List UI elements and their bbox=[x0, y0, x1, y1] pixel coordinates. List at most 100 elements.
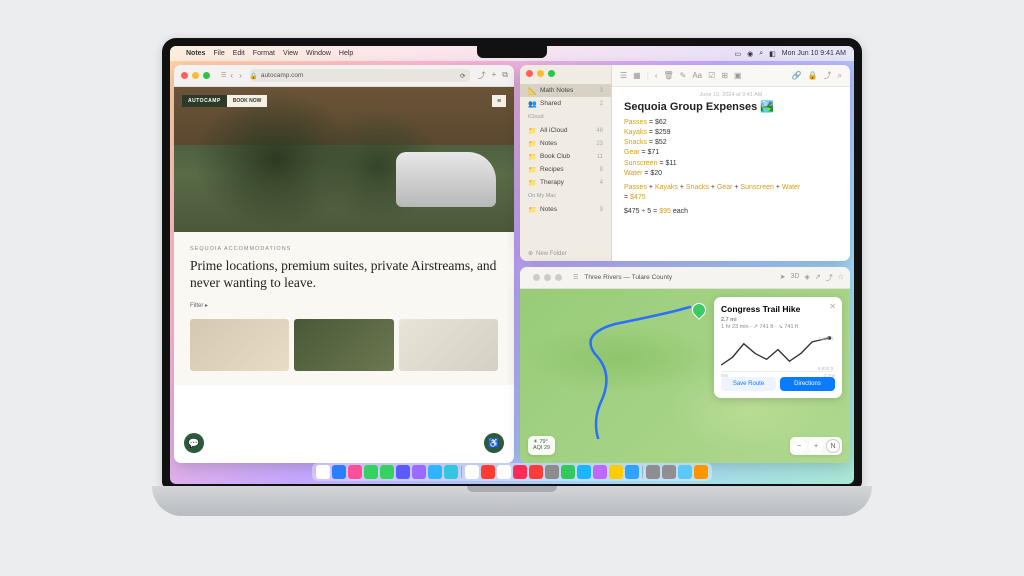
close-icon[interactable]: ✕ bbox=[829, 302, 836, 311]
dock-app-icon[interactable] bbox=[332, 465, 346, 479]
dock-app-icon[interactable] bbox=[497, 465, 511, 479]
media-icon[interactable]: ▣ bbox=[734, 71, 742, 80]
dock-app-icon[interactable] bbox=[609, 465, 623, 479]
search-icon[interactable]: ⌕ bbox=[838, 71, 842, 81]
battery-icon[interactable]: ▭ bbox=[735, 50, 742, 58]
table-icon[interactable]: ⊞ bbox=[721, 71, 728, 80]
map-canvas[interactable]: ✕ Congress Trail Hike 2.7 mi 1 hr 23 min… bbox=[520, 289, 850, 463]
share-icon[interactable]: ⤴ bbox=[826, 273, 833, 283]
window-controls[interactable] bbox=[526, 269, 569, 286]
sidebar-icon[interactable]: ☰ bbox=[573, 274, 578, 281]
thumbnail[interactable] bbox=[399, 319, 498, 371]
menu-view[interactable]: View bbox=[283, 50, 298, 57]
folder-local-notes[interactable]: 📁Notes9 bbox=[520, 203, 611, 216]
folder-shared[interactable]: 👥Shared2 bbox=[520, 97, 611, 110]
route-icon[interactable]: ↗ bbox=[815, 273, 821, 283]
dock-app-icon[interactable] bbox=[396, 465, 410, 479]
notes-toolbar: ☰ ▦ | ‹ 🗑 ✎ Aa ☑ ⊞ ▣ 🔗 🔒 ⤴ ⌕ bbox=[612, 65, 850, 87]
folder-recipes[interactable]: 📁Recipes8 bbox=[520, 163, 611, 176]
book-now-button[interactable]: BOOK NOW bbox=[227, 95, 268, 107]
thumbnail[interactable] bbox=[294, 319, 393, 371]
folder-math-notes[interactable]: 📐Math Notes3 bbox=[520, 84, 611, 97]
dock-app-icon[interactable] bbox=[678, 465, 692, 479]
trash-icon[interactable]: 🗑 bbox=[663, 71, 673, 80]
filter-link[interactable]: Filter ▸ bbox=[190, 302, 498, 309]
directions-button[interactable]: Directions bbox=[780, 377, 835, 391]
link-icon[interactable]: 🔗 bbox=[792, 71, 802, 80]
dock-app-icon[interactable] bbox=[545, 465, 559, 479]
note-expense-line: Snacks = $52 bbox=[624, 138, 838, 148]
zoom-out-icon[interactable]: − bbox=[792, 439, 806, 453]
note-content[interactable]: June 10, 2024 at 9:41 AM Sequoia Group E… bbox=[612, 87, 850, 261]
list-view-icon[interactable]: ☰ bbox=[620, 71, 627, 80]
dock-app-icon[interactable] bbox=[513, 465, 527, 479]
zoom-in-icon[interactable]: + bbox=[809, 439, 823, 453]
wifi-icon[interactable]: ◉ bbox=[747, 50, 753, 58]
dock-app-icon[interactable] bbox=[662, 465, 676, 479]
folder-therapy[interactable]: 📁Therapy4 bbox=[520, 176, 611, 189]
share-icon[interactable]: ⤴ bbox=[824, 70, 832, 81]
compose-icon[interactable]: ✎ bbox=[680, 71, 687, 80]
tabs-icon[interactable]: ⧉ bbox=[502, 70, 508, 81]
view-3d-icon[interactable]: 3D bbox=[791, 273, 800, 283]
dock-app-icon[interactable] bbox=[444, 465, 458, 479]
menubar-datetime[interactable]: Mon Jun 10 9:41 AM bbox=[782, 50, 846, 57]
maps-location[interactable]: Three Rivers — Tulare County bbox=[582, 274, 775, 281]
search-icon[interactable]: ⌕ bbox=[759, 50, 763, 58]
back-icon[interactable]: ‹ bbox=[230, 71, 233, 80]
menu-format[interactable]: Format bbox=[253, 50, 275, 57]
compass-icon[interactable]: N bbox=[826, 439, 840, 453]
back-icon[interactable]: ‹ bbox=[655, 71, 658, 80]
gallery-view-icon[interactable]: ▦ bbox=[633, 71, 641, 80]
dock-app-icon[interactable] bbox=[428, 465, 442, 479]
location-icon[interactable]: ➤ bbox=[780, 273, 786, 283]
hike-descent: ↘ 741 ft bbox=[778, 324, 798, 330]
bookmark-icon[interactable]: ☆ bbox=[838, 273, 844, 283]
brand-badge: AUTOCAMP bbox=[182, 95, 227, 107]
dock-app-icon[interactable] bbox=[694, 465, 708, 479]
format-icon[interactable]: Aa bbox=[692, 71, 702, 80]
folder-book-club[interactable]: 📁Book Club11 bbox=[520, 150, 611, 163]
menu-file[interactable]: File bbox=[213, 50, 224, 57]
note-expense-line: Gear = $71 bbox=[624, 148, 838, 158]
control-center-icon[interactable]: ◧ bbox=[769, 50, 776, 58]
checklist-icon[interactable]: ☑ bbox=[708, 71, 715, 80]
lock-icon[interactable]: 🔒 bbox=[808, 71, 818, 80]
reload-icon[interactable]: ⟳ bbox=[460, 72, 469, 80]
hamburger-icon[interactable]: ≡ bbox=[492, 95, 506, 107]
dock-app-icon[interactable] bbox=[646, 465, 660, 479]
accessibility-fab-icon[interactable]: ♿ bbox=[484, 433, 504, 453]
hike-distance: 2.7 mi bbox=[721, 317, 737, 323]
dock-app-icon[interactable] bbox=[625, 465, 639, 479]
thumbnail[interactable] bbox=[190, 319, 289, 371]
dock-app-icon[interactable] bbox=[380, 465, 394, 479]
menu-edit[interactable]: Edit bbox=[233, 50, 245, 57]
dock-app-icon[interactable] bbox=[364, 465, 378, 479]
layers-icon[interactable]: ◈ bbox=[804, 273, 809, 283]
dock-app-icon[interactable] bbox=[561, 465, 575, 479]
menu-help[interactable]: Help bbox=[339, 50, 353, 57]
menubar-app[interactable]: Notes bbox=[186, 50, 205, 57]
sidebar-toggle-icon[interactable]: ☰ bbox=[221, 72, 226, 79]
folder-all-icloud[interactable]: 📁All iCloud46 bbox=[520, 124, 611, 137]
window-controls[interactable] bbox=[174, 67, 217, 84]
weather-badge[interactable]: ☀ 79°AQI 29 bbox=[528, 436, 555, 455]
folder-notes[interactable]: 📁Notes23 bbox=[520, 137, 611, 150]
dock-app-icon[interactable] bbox=[481, 465, 495, 479]
chat-fab-icon[interactable]: 💬 bbox=[184, 433, 204, 453]
dock-app-icon[interactable] bbox=[577, 465, 591, 479]
url-bar[interactable]: 🔒autocamp.com⟳ bbox=[250, 69, 470, 82]
dock-app-icon[interactable] bbox=[412, 465, 426, 479]
save-route-button[interactable]: Save Route bbox=[721, 377, 776, 391]
dock-app-icon[interactable] bbox=[529, 465, 543, 479]
dock-app-icon[interactable] bbox=[593, 465, 607, 479]
dock-app-icon[interactable] bbox=[316, 465, 330, 479]
menu-window[interactable]: Window bbox=[306, 50, 331, 57]
new-folder-button[interactable]: ⊕New Folder bbox=[520, 246, 611, 261]
new-tab-icon[interactable]: + bbox=[492, 70, 497, 81]
dock-app-icon[interactable] bbox=[348, 465, 362, 479]
forward-icon[interactable]: › bbox=[239, 71, 242, 80]
share-icon[interactable]: ⤴ bbox=[478, 70, 486, 81]
window-controls[interactable] bbox=[520, 65, 611, 82]
dock-app-icon[interactable] bbox=[465, 465, 479, 479]
